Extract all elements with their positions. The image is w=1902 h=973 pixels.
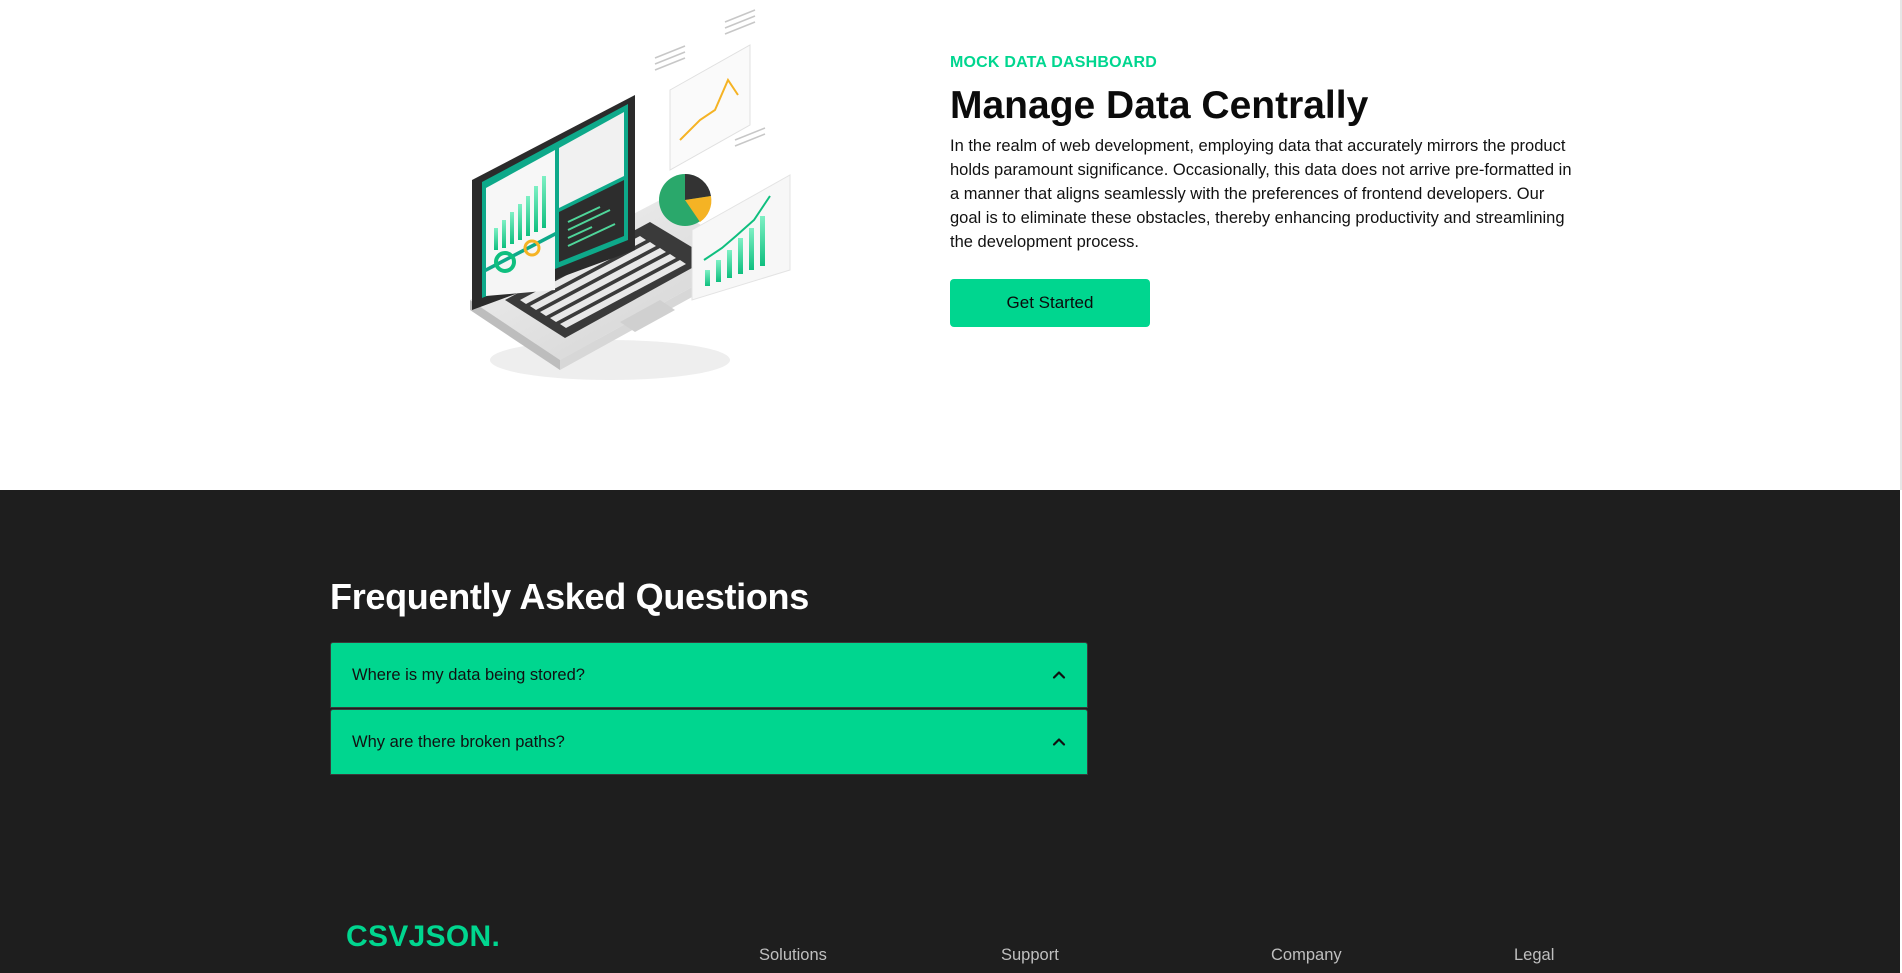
hero-title: Manage Data Centrally xyxy=(950,84,1369,127)
hero-eyebrow: MOCK DATA DASHBOARD xyxy=(950,54,1158,71)
footer-heading: Solutions xyxy=(759,946,827,964)
faq-item[interactable]: Why are there broken paths? xyxy=(330,709,1088,775)
faq-item[interactable]: Where is my data being stored? xyxy=(330,642,1088,708)
hero-description: In the realm of web development, employi… xyxy=(950,137,1572,251)
footer-nav-solutions[interactable]: Solutions xyxy=(759,946,827,965)
get-started-button[interactable]: Get Started xyxy=(950,279,1150,327)
faq-footer-section: Frequently Asked Questions Where is my d… xyxy=(0,490,1900,973)
chevron-up-icon xyxy=(1052,738,1066,746)
chevron-up-icon xyxy=(1052,671,1066,679)
faq-title: Frequently Asked Questions xyxy=(330,576,809,617)
footer-nav-company[interactable]: Company xyxy=(1271,946,1342,965)
faq-question: Why are there broken paths? xyxy=(352,732,565,751)
footer-nav-support[interactable]: Support xyxy=(1001,946,1059,965)
hero-text: MOCK DATA DASHBOARD Manage Data Centrall… xyxy=(950,54,1575,327)
footer-brand-logo[interactable]: CSVJSON. xyxy=(346,920,500,954)
faq-list: Where is my data being stored? Why are t… xyxy=(330,642,1088,776)
footer-heading: Legal xyxy=(1514,946,1555,964)
footer-heading: Support xyxy=(1001,946,1059,964)
hero-section: MOCK DATA DASHBOARD Manage Data Centrall… xyxy=(0,0,1900,490)
footer-heading: Company xyxy=(1271,946,1342,964)
faq-question: Where is my data being stored? xyxy=(352,665,585,684)
footer-nav-legal[interactable]: Legal xyxy=(1514,946,1554,965)
laptop-dashboard-illustration xyxy=(470,9,791,380)
